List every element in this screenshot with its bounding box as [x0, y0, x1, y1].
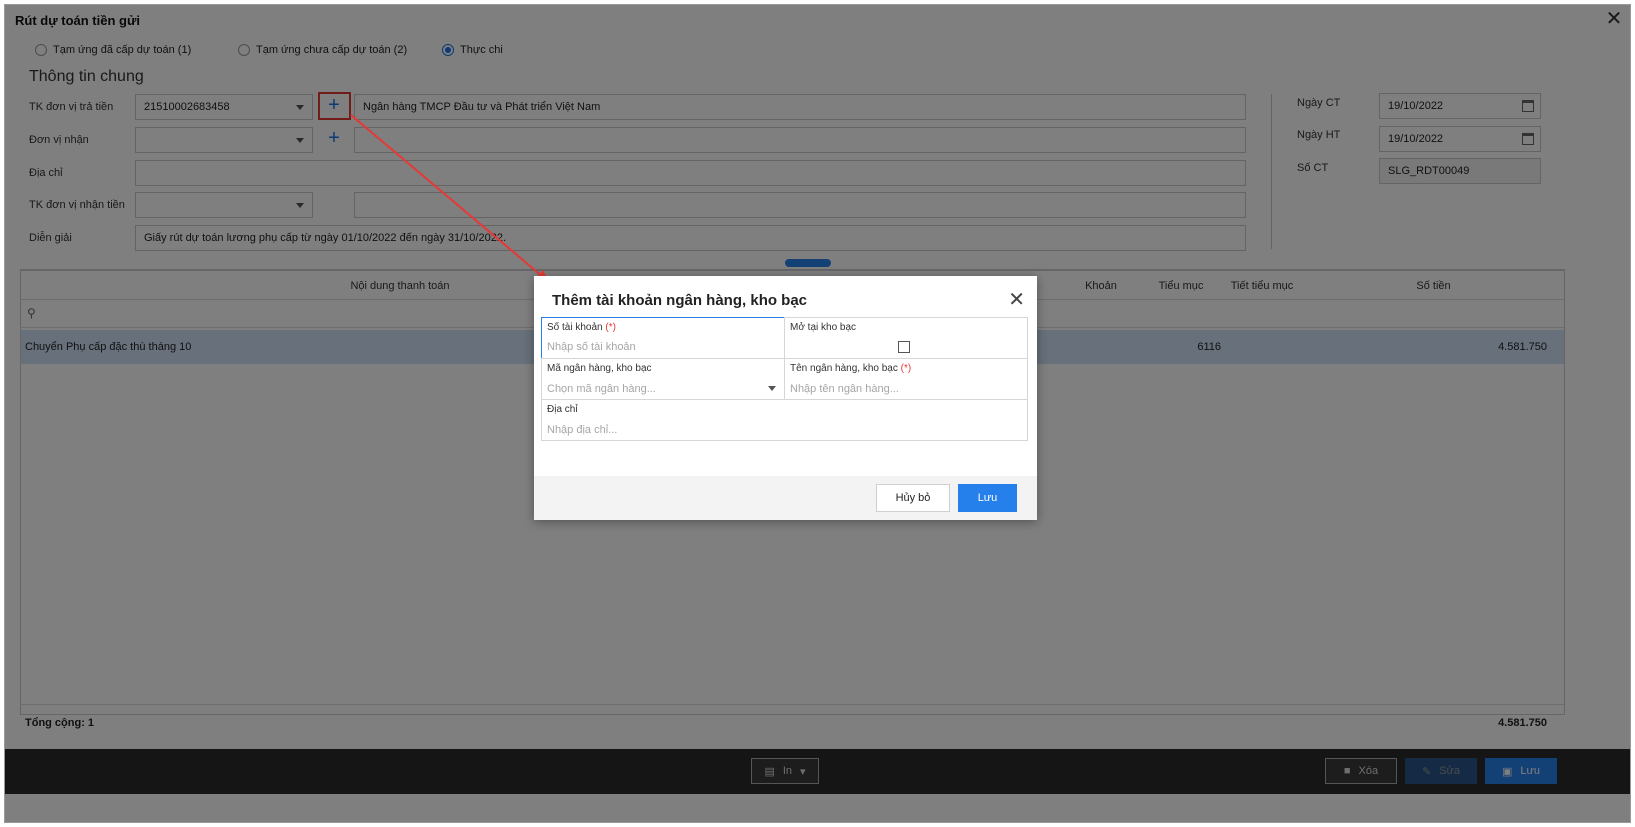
- account-number-label: Số tài khoản (*): [547, 322, 616, 333]
- bank-code-label: Mã ngân hàng, kho bạc: [547, 363, 652, 374]
- account-number-field[interactable]: Số tài khoản (*) Nhập số tài khoản: [541, 317, 785, 359]
- dialog-title: Thêm tài khoản ngân hàng, kho bạc: [552, 292, 808, 309]
- bank-name-field[interactable]: Tên ngân hàng, kho bạc (*) Nhập tên ngân…: [784, 358, 1028, 400]
- dialog-save-button[interactable]: Lưu: [958, 484, 1017, 512]
- bank-code-placeholder: Chọn mã ngân hàng...: [547, 383, 656, 395]
- cancel-button[interactable]: Hủy bỏ: [876, 484, 950, 512]
- address-input[interactable]: Địa chỉ Nhập địa chỉ...: [541, 399, 1028, 441]
- account-number-label-text: Số tài khoản: [547, 322, 603, 333]
- account-number-placeholder: Nhập số tài khoản: [547, 341, 636, 353]
- bank-name-label-text: Tên ngân hàng, kho bạc: [790, 363, 898, 374]
- treasury-checkbox[interactable]: [898, 341, 910, 353]
- treasury-label: Mở tại kho bạc: [790, 322, 857, 333]
- bank-name-placeholder: Nhập tên ngân hàng...: [790, 383, 899, 395]
- bank-name-label: Tên ngân hàng, kho bạc (*): [790, 363, 911, 374]
- required-mark: (*): [900, 363, 912, 374]
- close-icon[interactable]: ✕: [1008, 290, 1025, 310]
- address-input-label: Địa chỉ: [547, 404, 578, 415]
- main-window: Rút dự toán tiền gửi ✕ Tạm ứng đã cấp dự…: [4, 4, 1631, 823]
- add-bank-account-dialog: Thêm tài khoản ngân hàng, kho bạc ✕ Số t…: [534, 276, 1037, 520]
- dialog-footer: Hủy bỏ Lưu: [534, 476, 1037, 520]
- bank-code-select[interactable]: Mã ngân hàng, kho bạc Chọn mã ngân hàng.…: [541, 358, 785, 400]
- chevron-down-icon: [768, 386, 776, 391]
- treasury-field: Mở tại kho bạc: [784, 317, 1028, 359]
- address-placeholder: Nhập địa chỉ...: [547, 424, 618, 436]
- required-mark: (*): [605, 322, 616, 333]
